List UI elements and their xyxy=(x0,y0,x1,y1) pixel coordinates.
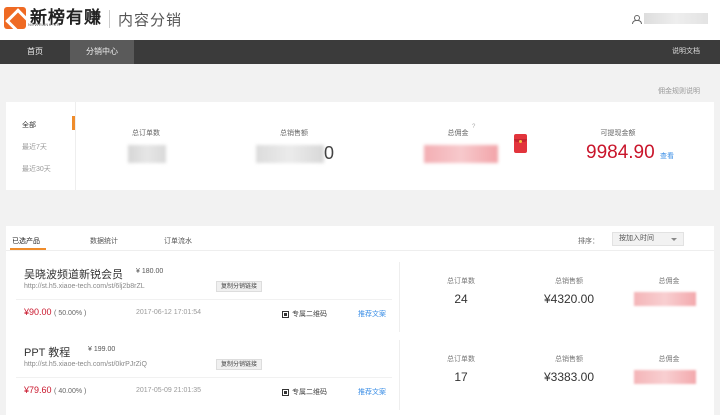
total-commission-label: 总佣金 xyxy=(447,130,469,137)
total-orders-label: 总订单数 xyxy=(132,130,160,137)
commission-amount: ¥90.00 xyxy=(24,307,52,317)
commission-total-label: 总佣金 xyxy=(658,278,680,285)
sales-label: 总销售额 xyxy=(555,356,583,363)
user-icon xyxy=(632,14,642,24)
commission-percent: ( 50.00% ) xyxy=(54,310,87,317)
recommend-copy-link[interactable]: 推荐文案 xyxy=(358,309,386,319)
chevron-down-icon xyxy=(671,238,677,241)
range-7days[interactable]: 最近7天 xyxy=(22,142,47,152)
product-date: 2017-06-12 17:01:54 xyxy=(136,309,201,316)
total-orders-redacted xyxy=(128,145,166,163)
orders-label: 总订单数 xyxy=(447,356,475,363)
orders-value: 24 xyxy=(454,292,468,306)
product-url: http://st.h5.xiaoe-tech.com/st/6lj2b8rZL xyxy=(24,283,145,290)
range-active-indicator xyxy=(72,116,75,130)
qr-code-button[interactable]: 专属二维码 xyxy=(282,309,327,319)
copy-link-button[interactable]: 复制分销链接 xyxy=(216,281,263,292)
username-redacted xyxy=(644,13,708,24)
product-row: PPT 教程 ¥ 199.00 http://st.h5.xiaoe-tech.… xyxy=(6,340,714,410)
orders-label: 总订单数 xyxy=(447,278,475,285)
withdrawable-amount: 9984.90 xyxy=(586,142,655,163)
orders-value: 17 xyxy=(454,370,468,384)
qr-code-label: 专属二维码 xyxy=(292,389,327,396)
help-icon[interactable]: ? xyxy=(472,124,475,130)
sales-label: 总销售额 xyxy=(555,278,583,285)
tabs-divider xyxy=(6,250,714,251)
withdrawable-label: 可提现金额 xyxy=(600,130,636,137)
withdraw-view-link[interactable]: 查看 xyxy=(660,151,674,161)
product-title: 吴晓波频道新锐会员 xyxy=(24,269,123,281)
total-sales-label: 总销售额 xyxy=(280,130,308,137)
total-sales-redacted xyxy=(256,145,324,163)
qr-code-icon xyxy=(282,310,289,318)
product-commission: ¥79.60 ( 40.00% ) xyxy=(24,385,86,395)
row-divider xyxy=(16,377,392,378)
commission-percent: ( 40.00% ) xyxy=(54,388,87,395)
nav-distribution-center[interactable]: 分销中心 xyxy=(70,40,134,64)
commission-amount: ¥79.60 xyxy=(24,385,52,395)
product-date: 2017-05-09 21:01:35 xyxy=(136,387,201,394)
product-row: 吴晓波频道新锐会员 ¥ 180.00 http://st.h5.xiaoe-te… xyxy=(6,262,714,332)
product-commission: ¥90.00 ( 50.00% ) xyxy=(24,307,86,317)
logo-icon xyxy=(4,7,26,29)
sales-value: ¥4320.00 xyxy=(543,292,595,306)
sort-selected-value: 按加入时间 xyxy=(619,235,654,242)
product-price: ¥ 180.00 xyxy=(136,268,164,275)
time-range-list: 全部 最近7天 最近30天 xyxy=(6,102,76,190)
row-divider xyxy=(16,299,392,300)
range-all[interactable]: 全部 xyxy=(22,120,36,130)
commission-total-redacted xyxy=(634,370,696,384)
qr-code-icon xyxy=(282,388,289,396)
main-nav: 首页 分销中心 说明文档 xyxy=(0,40,720,64)
sales-value: ¥3383.00 xyxy=(543,370,595,384)
copy-link-button[interactable]: 复制分销链接 xyxy=(216,359,263,370)
product-title: PPT 教程 xyxy=(24,347,71,359)
commission-total-redacted xyxy=(634,292,696,306)
nav-docs[interactable]: 说明文档 xyxy=(672,40,700,64)
red-packet-icon[interactable] xyxy=(514,134,527,153)
user-menu[interactable] xyxy=(632,13,708,24)
total-sales-visible-digit: 0 xyxy=(324,143,335,163)
summary-card: 全部 最近7天 最近30天 总订单数 总销售额 0 总佣金 ? 可提现金额 99… xyxy=(6,102,714,190)
recommend-copy-link[interactable]: 推荐文案 xyxy=(358,387,386,397)
nav-home[interactable]: 首页 xyxy=(0,40,70,64)
product-info: PPT 教程 ¥ 199.00 http://st.h5.xiaoe-tech.… xyxy=(6,340,400,410)
tab-order-flow[interactable]: 订单流水 xyxy=(164,236,192,246)
total-commission-redacted xyxy=(424,145,498,163)
product-name: 内容分销 xyxy=(118,12,183,29)
range-30days[interactable]: 最近30天 xyxy=(22,164,51,174)
commission-total-label: 总佣金 xyxy=(658,356,680,363)
product-price: ¥ 199.00 xyxy=(88,346,116,353)
logo-subtext: NEWRANK.CN xyxy=(28,22,61,27)
header-divider xyxy=(109,10,110,28)
tab-statistics[interactable]: 数据统计 xyxy=(90,236,118,246)
top-header: 新榜有赚 NEWRANK.CN 内容分销 xyxy=(0,0,720,40)
qr-code-button[interactable]: 专属二维码 xyxy=(282,387,327,397)
sort-select[interactable]: 按加入时间 xyxy=(612,232,684,246)
qr-code-label: 专属二维码 xyxy=(292,311,327,318)
commission-rules-link[interactable]: 佣金规则说明 xyxy=(658,86,700,96)
product-url: http://st.h5.xiaoe-tech.com/st/0krPJrZiQ xyxy=(24,361,147,368)
tab-selected-products[interactable]: 已选产品 xyxy=(12,236,40,246)
product-info: 吴晓波频道新锐会员 ¥ 180.00 http://st.h5.xiaoe-te… xyxy=(6,262,400,332)
sort-label: 排序： xyxy=(578,238,599,245)
